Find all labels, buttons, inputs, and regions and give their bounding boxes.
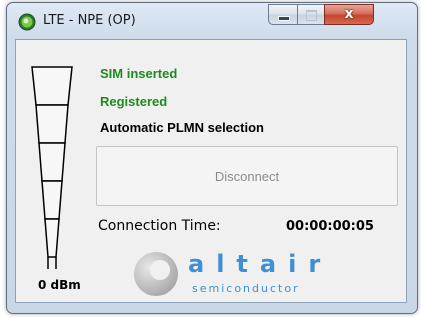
signal-bar-4 xyxy=(35,104,69,144)
client-area: 0 dBm SIM inserted Registered Automatic … xyxy=(15,39,407,303)
signal-level-label: 0 dBm xyxy=(38,278,81,292)
logo-subtitle: semiconductor xyxy=(192,282,300,295)
signal-strength-meter xyxy=(31,66,73,269)
maximize-icon xyxy=(306,10,317,21)
logo-wordmark: altair xyxy=(188,250,333,278)
signal-bar-5 xyxy=(31,66,73,106)
close-icon: x xyxy=(344,6,354,22)
signal-bar-3 xyxy=(38,142,66,182)
registration-status: Registered xyxy=(100,94,168,109)
sim-status: SIM inserted xyxy=(100,66,178,81)
close-button[interactable]: x xyxy=(324,4,374,25)
minimize-icon xyxy=(278,16,290,21)
title-bar[interactable]: LTE - NPE (OP) x xyxy=(7,3,417,39)
maximize-button[interactable] xyxy=(297,4,324,25)
minimize-button[interactable] xyxy=(268,4,297,25)
disconnect-button[interactable]: Disconnect xyxy=(96,146,398,206)
plmn-mode: Automatic PLMN selection xyxy=(100,120,264,135)
connection-time-label: Connection Time: xyxy=(98,218,221,234)
signal-bar-2 xyxy=(41,180,63,220)
signal-bar-1 xyxy=(44,218,60,258)
status-circle-icon xyxy=(18,13,36,31)
app-window: LTE - NPE (OP) x 0 dBm SIM inserted Regi… xyxy=(6,2,418,314)
window-title: LTE - NPE (OP) xyxy=(43,13,136,28)
caption-buttons: x xyxy=(268,4,374,26)
connection-time-value: 00:00:00:05 xyxy=(286,219,374,234)
altair-logo: altair semiconductor xyxy=(130,246,330,298)
logo-mark xyxy=(134,252,178,296)
